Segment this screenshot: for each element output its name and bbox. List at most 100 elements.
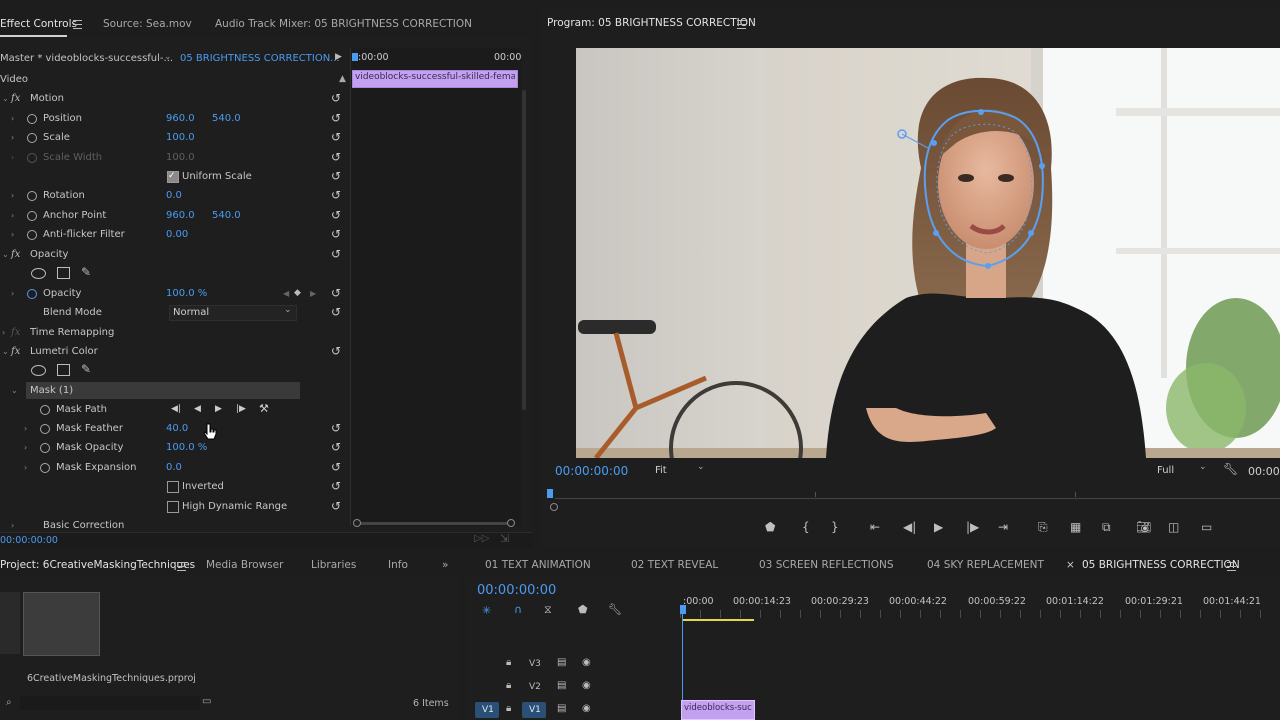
reset-icon[interactable]: ↺ xyxy=(331,419,341,438)
settings-wrench-icon[interactable]: 🔧︎ xyxy=(1223,462,1238,476)
work-area-bar[interactable] xyxy=(682,619,754,621)
reset-icon[interactable]: ↺ xyxy=(331,438,341,457)
panel-menu-icon[interactable] xyxy=(737,20,746,29)
snap-icon[interactable]: ✳ xyxy=(482,604,491,617)
export-frame-icon[interactable]: 📷︎ xyxy=(1136,520,1151,534)
insert-sequence-icon[interactable]: ⧖ xyxy=(544,603,552,617)
zoom-scrollbar[interactable] xyxy=(357,522,511,525)
collapse-icon[interactable]: ▲ xyxy=(339,70,346,89)
go-to-out-icon[interactable]: ⇥ xyxy=(998,520,1008,534)
vertical-scrollbar[interactable] xyxy=(522,90,526,410)
chevron-down-icon[interactable]: ⌄ xyxy=(2,89,9,108)
eye-icon[interactable]: ◉ xyxy=(582,680,591,691)
track-forward-icon[interactable]: |▶ xyxy=(236,400,246,419)
film-icon[interactable]: ▤ xyxy=(557,680,566,691)
chevron-right-icon[interactable]: › xyxy=(24,458,27,477)
pen-mask-icon[interactable]: ✎ xyxy=(81,263,91,282)
reset-icon[interactable]: ↺ xyxy=(331,342,341,361)
tab-sequence-4[interactable]: 04 SKY REPLACEMENT xyxy=(927,553,1044,577)
lock-icon[interactable]: 🔒︎ xyxy=(506,657,511,668)
compare-view-icon[interactable]: ◫ xyxy=(1168,520,1179,534)
timeline-timecode[interactable]: 00:00:00:00 xyxy=(477,583,556,598)
new-bin-icon[interactable]: ▭ xyxy=(202,696,211,707)
tab-sequence-1[interactable]: 01 TEXT ANIMATION xyxy=(485,553,591,577)
reset-icon[interactable]: ↺ xyxy=(331,497,341,516)
timeline-ruler-ticks[interactable] xyxy=(680,610,1280,618)
chevron-down-icon[interactable]: ⌄ xyxy=(1199,462,1207,472)
track-forward-one-frame-icon[interactable]: ▶ xyxy=(215,400,222,419)
reset-icon[interactable]: ↺ xyxy=(331,284,341,303)
project-file-name[interactable]: 6CreativeMaskingTechniques.prproj xyxy=(27,673,196,684)
chevron-right-icon[interactable]: › xyxy=(24,419,27,438)
add-marker-icon[interactable]: ⬟ xyxy=(578,603,588,616)
chevron-down-icon[interactable]: ⌄ xyxy=(697,462,705,472)
more-tabs-icon[interactable]: » xyxy=(442,553,448,577)
panel-menu-icon[interactable] xyxy=(1227,562,1236,571)
stopwatch-icon[interactable] xyxy=(40,405,50,415)
chevron-right-icon[interactable]: › xyxy=(2,323,5,342)
tab-audio-track-mixer[interactable]: Audio Track Mixer: 05 BRIGHTNESS CORRECT… xyxy=(215,12,472,36)
stopwatch-icon[interactable] xyxy=(27,114,37,124)
film-icon[interactable]: ▤ xyxy=(557,657,566,668)
lumetri-color-row[interactable]: ⌄ fx Lumetri Color ↺ xyxy=(0,342,346,361)
sequence-clip-link[interactable]: 05 BRIGHTNESS CORRECTION... xyxy=(180,53,340,64)
tab-sequence-3[interactable]: 03 SCREEN REFLECTIONS xyxy=(759,553,894,577)
master-clip-selector[interactable]: Master * videoblocks-successful-... xyxy=(0,53,173,64)
track-v3-label[interactable]: V3 xyxy=(529,659,541,669)
track-v2-label[interactable]: V2 xyxy=(529,682,541,692)
search-icon[interactable]: ⌕ xyxy=(6,697,12,708)
stopwatch-icon[interactable] xyxy=(40,463,50,473)
reset-icon[interactable]: ↺ xyxy=(331,245,341,264)
program-scrub-bar[interactable] xyxy=(555,498,1280,499)
linked-selection-icon[interactable]: ∩ xyxy=(514,603,522,616)
program-scrub-handle[interactable] xyxy=(550,503,558,511)
panel-menu-icon[interactable] xyxy=(177,562,186,571)
reset-icon[interactable]: ↺ xyxy=(331,206,341,225)
tab-media-browser[interactable]: Media Browser xyxy=(206,553,283,577)
chevron-down-icon[interactable]: ⌄ xyxy=(11,381,18,400)
chevron-right-icon[interactable]: › xyxy=(11,128,14,147)
play-only-audio-icon[interactable]: ▶ xyxy=(335,52,342,62)
rectangle-mask-icon[interactable] xyxy=(57,364,70,376)
mask-feather-value[interactable]: 40.0 xyxy=(166,419,188,438)
stopwatch-icon[interactable] xyxy=(27,133,37,143)
reset-icon[interactable]: ↺ xyxy=(331,477,341,496)
rectangle-mask-icon[interactable] xyxy=(57,267,70,279)
tab-source[interactable]: Source: Sea.mov xyxy=(103,12,192,36)
reset-icon[interactable]: ↺ xyxy=(331,167,341,186)
stopwatch-icon[interactable] xyxy=(27,230,37,240)
step-forward-icon[interactable]: |▶ xyxy=(966,520,979,534)
play-icon[interactable]: ▶ xyxy=(934,520,943,534)
reset-icon[interactable]: ↺ xyxy=(331,186,341,205)
stopwatch-icon[interactable] xyxy=(27,191,37,201)
fit-dropdown[interactable]: Fit xyxy=(655,465,667,476)
mark-in-icon[interactable]: { xyxy=(802,520,810,534)
anchor-y-value[interactable]: 540.0 xyxy=(212,206,241,225)
program-timecode[interactable]: 00:00:00:00 xyxy=(555,464,628,478)
reset-icon[interactable]: ↺ xyxy=(331,109,341,128)
stopwatch-icon[interactable] xyxy=(27,289,37,299)
scale-value[interactable]: 100.0 xyxy=(166,128,195,147)
quality-dropdown[interactable]: Full xyxy=(1157,465,1174,476)
mask-row[interactable]: ⌄ Mask (1) xyxy=(0,381,346,400)
program-playhead[interactable] xyxy=(547,489,553,498)
inverted-checkbox[interactable] xyxy=(167,481,179,493)
filter-icon[interactable]: ▷▷ xyxy=(474,533,489,544)
tab-sequence-5[interactable]: 05 BRIGHTNESS CORRECTION xyxy=(1082,553,1240,577)
mark-out-icon[interactable]: } xyxy=(831,520,839,534)
lock-icon[interactable]: 🔒︎ xyxy=(506,703,511,714)
opacity-effect-row[interactable]: ⌄ fx Opacity ↺ xyxy=(0,245,346,264)
timeline-settings-icon[interactable]: 🔧︎ xyxy=(608,603,622,616)
chevron-right-icon[interactable]: › xyxy=(24,438,27,457)
program-video-frame[interactable] xyxy=(576,48,1280,458)
fx-icon[interactable]: fx xyxy=(11,342,20,361)
time-remapping-row[interactable]: › fx Time Remapping xyxy=(0,323,346,342)
chevron-right-icon[interactable]: › xyxy=(11,206,14,225)
timeline-playhead[interactable] xyxy=(680,605,686,614)
close-icon[interactable]: × xyxy=(1066,553,1075,577)
tracking-method-icon[interactable]: ⚒ xyxy=(259,399,269,418)
stopwatch-icon[interactable] xyxy=(40,424,50,434)
reset-icon[interactable]: ↺ xyxy=(331,458,341,477)
reset-icon[interactable]: ↺ xyxy=(331,148,341,167)
reset-icon[interactable]: ↺ xyxy=(331,89,341,108)
